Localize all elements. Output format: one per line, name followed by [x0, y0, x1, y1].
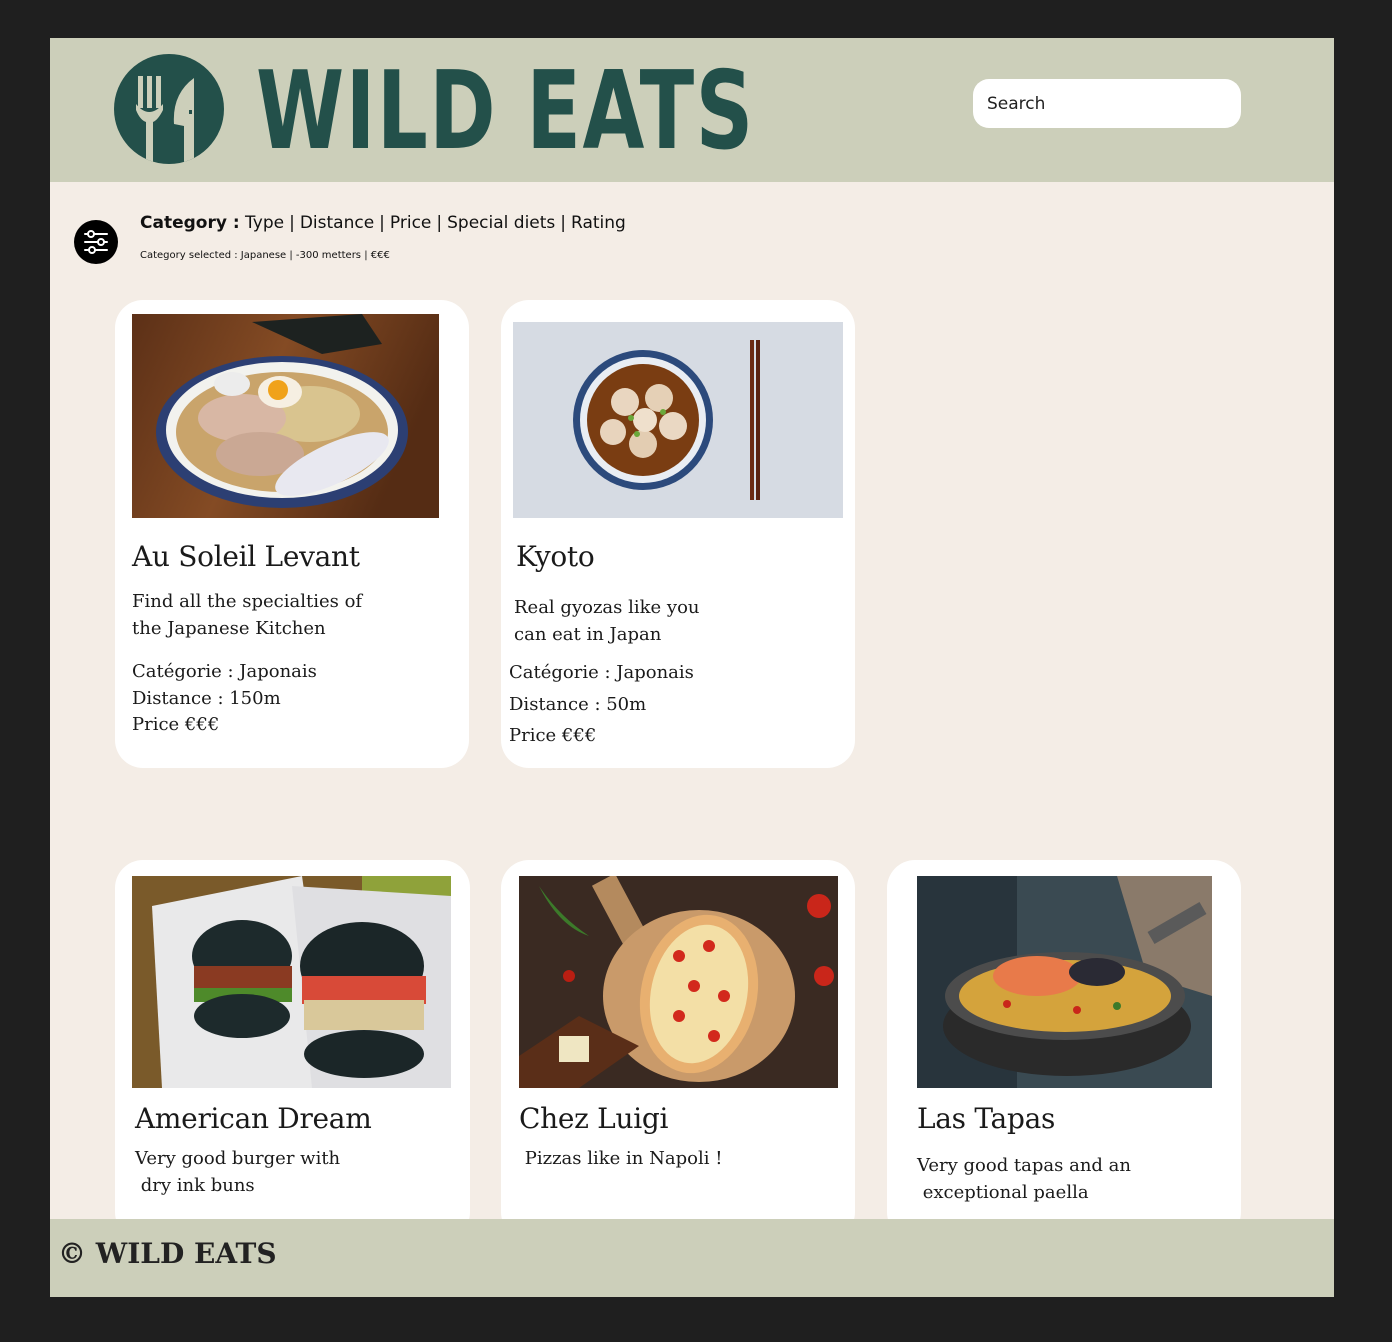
filter-sliders-icon[interactable] [74, 220, 118, 264]
footer-copyright: © WILD EATS [58, 1237, 277, 1270]
restaurant-card[interactable]: Kyoto Real gyozas like you can eat in Ja… [501, 300, 855, 768]
fork-knife-logo-icon[interactable] [114, 54, 224, 164]
restaurant-card[interactable]: Chez Luigi Pizzas like in Napoli ! [501, 860, 855, 1240]
search-input[interactable] [973, 79, 1241, 128]
black-burger-photo [132, 876, 451, 1088]
site-header: WILD EATS [50, 38, 1334, 182]
gyoza-bowl-photo [513, 322, 843, 518]
restaurant-description: Pizzas like in Napoli ! [519, 1148, 723, 1169]
restaurant-name[interactable]: Au Soleil Levant [132, 540, 360, 573]
restaurant-price: Price €€€ [132, 714, 220, 735]
site-footer: © WILD EATS [50, 1219, 1334, 1297]
restaurant-description: Very good burger with dry ink buns [135, 1148, 341, 1196]
restaurant-price: Price €€€ [509, 725, 597, 746]
selected-category-text: Category selected : Japanese | -300 mett… [140, 250, 390, 261]
filter-distance[interactable]: Distance [300, 213, 374, 233]
restaurant-category: Catégorie : Japonais [509, 662, 694, 683]
filter-price[interactable]: Price [390, 213, 431, 233]
restaurant-name[interactable]: Las Tapas [917, 1102, 1055, 1135]
restaurant-name[interactable]: American Dream [135, 1102, 372, 1135]
category-label: Category : [140, 213, 240, 233]
restaurant-name[interactable]: Chez Luigi [519, 1102, 668, 1135]
pizza-photo [519, 876, 838, 1088]
restaurant-distance: Distance : 50m [509, 694, 647, 715]
restaurant-card[interactable]: American Dream Very good burger with dry… [115, 860, 470, 1240]
restaurant-distance: Distance : 150m [132, 688, 281, 709]
filter-rating[interactable]: Rating [571, 213, 626, 233]
filter-type[interactable]: Type [245, 213, 284, 233]
ramen-photo [132, 314, 439, 518]
restaurant-description: Real gyozas like you can eat in Japan [514, 597, 700, 645]
restaurant-card[interactable]: Au Soleil Levant Find all the specialtie… [115, 300, 469, 768]
restaurant-name[interactable]: Kyoto [516, 540, 595, 573]
filter-special-diets[interactable]: Special diets [447, 213, 555, 233]
category-filter-bar: Category : Type | Distance | Price | Special d… [140, 213, 626, 233]
restaurant-category: Catégorie : Japonais [132, 661, 317, 682]
restaurant-description: Find all the specialties of the Japanese… [132, 591, 363, 639]
restaurant-description: Very good tapas and an exceptional paell… [917, 1155, 1132, 1203]
restaurant-card[interactable]: Las Tapas Very good tapas and an excepti… [887, 860, 1241, 1240]
brand-wordmark[interactable]: WILD EATS [256, 52, 755, 172]
paella-photo [917, 876, 1212, 1088]
page: WILD EATS Category : Type|Distance|Price… [50, 38, 1334, 1297]
